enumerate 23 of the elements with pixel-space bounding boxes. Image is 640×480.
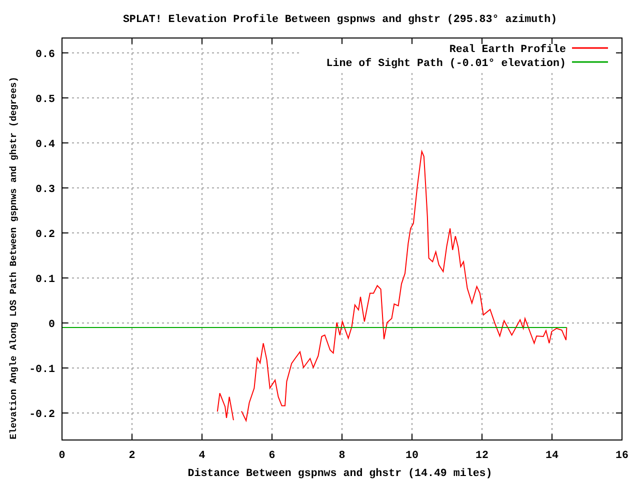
x-tick-label: 10: [406, 450, 418, 462]
y-tick-label: 0.2: [36, 228, 55, 241]
y-tick-label: 0.6: [36, 48, 55, 61]
x-tick-label: 8: [338, 450, 346, 462]
y-tick-label: -0.1: [29, 364, 55, 376]
x-tick-label: 0: [58, 450, 66, 462]
legend-label: Line of Sight Path (-0.01° elevation): [326, 58, 566, 70]
x-tick-label: 6: [268, 450, 276, 462]
y-tick-label: 0: [48, 318, 55, 331]
y-axis-label: Elevation Angle Along LOS Path Between gspnws and ghstr (degrees): [8, 76, 19, 440]
x-tick-label: 2: [128, 450, 136, 462]
y-tick-label: 0.1: [36, 274, 55, 286]
y-tick-label: 0.5: [36, 94, 55, 106]
x-tick-label: 4: [198, 450, 206, 462]
y-tick-label: 0.3: [36, 184, 55, 196]
y-tick-label: -0.2: [29, 409, 55, 421]
x-axis-label: Distance Between gspnws and ghstr (14.49 miles): [188, 468, 492, 480]
chart-title: SPLAT! Elevation Profile Between gspnws and ghstr (295.83° azimuth): [122, 14, 558, 26]
x-tick-label: 16: [616, 450, 628, 462]
legend-label: Real Earth Profile: [449, 44, 566, 56]
x-tick-label: 14: [546, 450, 558, 462]
y-tick-label: 0.4: [36, 138, 55, 151]
x-tick-label: 12: [476, 450, 488, 462]
